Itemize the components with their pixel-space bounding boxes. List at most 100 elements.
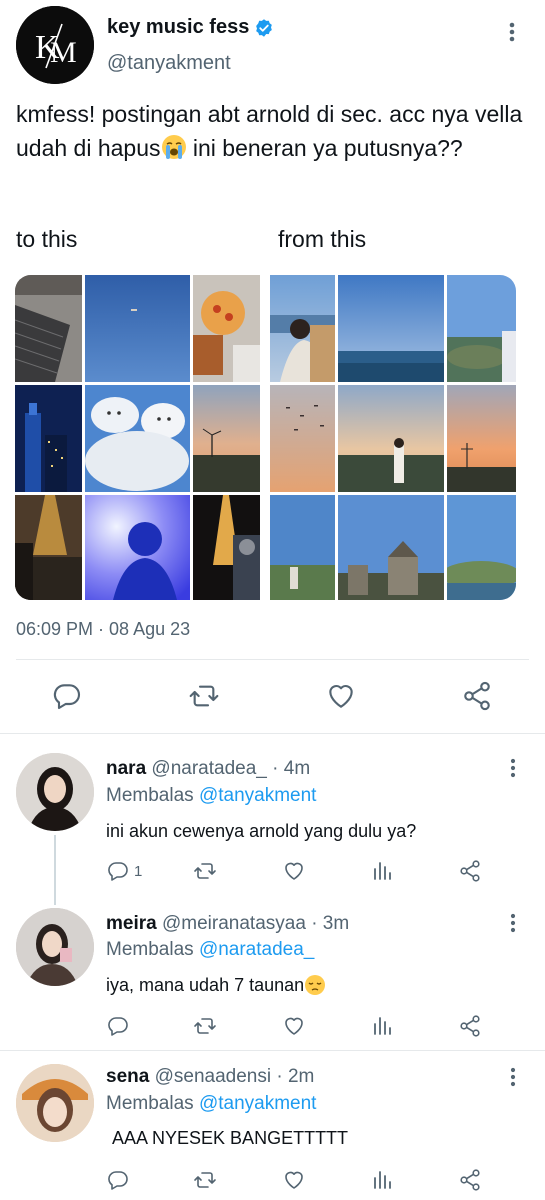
photo-castle	[338, 495, 444, 600]
reply-author-name[interactable]: nara	[106, 758, 146, 779]
like-icon[interactable]	[325, 680, 357, 712]
reply-author-name[interactable]: meira	[106, 913, 157, 934]
reply-icon	[108, 1017, 128, 1036]
reply-text: ini akun cewenya arnold yang dulu ya?	[106, 821, 417, 841]
share-action[interactable]	[458, 1014, 482, 1038]
tweet-image[interactable]	[15, 275, 516, 600]
reply-author-handle[interactable]: @meiranatasyaa	[162, 913, 306, 934]
photo-person-cliff	[270, 495, 335, 600]
more-options-icon[interactable]	[502, 910, 524, 936]
photo-windmill-sunset	[193, 385, 260, 492]
caption-to-this: to this	[16, 226, 78, 252]
like-icon	[285, 862, 303, 880]
photo-coastline	[447, 495, 516, 600]
reply-text-content: iya, mana udah 7 taunan	[106, 975, 305, 995]
tweet-text: kmfess! postingan abt arnold di sec. acc…	[16, 97, 526, 165]
more-options-icon[interactable]	[500, 18, 524, 46]
divider	[16, 659, 529, 660]
share-action[interactable]	[458, 1168, 482, 1192]
photo-eiffel-night	[193, 495, 260, 600]
views-chart-icon	[374, 862, 391, 880]
replying-to: Membalas @tanyakment	[106, 785, 316, 807]
photo-coast-person	[447, 275, 516, 382]
reply-time: · 3m	[311, 913, 350, 934]
reply-tweet-meira[interactable]: meira @meiranatasyaa · 3m Membalas @nara…	[0, 888, 545, 1050]
photo-sea-horizon	[338, 275, 444, 382]
caption-from-this: from this	[278, 226, 367, 252]
like-icon	[285, 1017, 303, 1035]
reply-tweet-sena[interactable]: sena @senaadensi · 2m Membalas @tanyakme…	[0, 1050, 545, 1200]
share-icon[interactable]	[461, 680, 493, 712]
account-avatar[interactable]: K M	[16, 6, 94, 84]
photo-city-night	[15, 385, 82, 492]
retweet-icon	[194, 1172, 216, 1188]
photo-birds-sunset	[270, 385, 335, 492]
reply-author-handle[interactable]: @senaadensi	[155, 1066, 271, 1087]
photo-silhouette-blue	[85, 495, 190, 600]
reply-author-name[interactable]: sena	[106, 1066, 149, 1087]
replying-to-mention[interactable]: @tanyakment	[199, 785, 317, 806]
reply-time: · 4m	[272, 758, 311, 779]
retweet-action[interactable]	[193, 1014, 217, 1038]
like-action[interactable]	[282, 859, 306, 883]
retweet-action[interactable]	[193, 1168, 217, 1192]
reply-count: 1	[134, 862, 143, 880]
verified-badge-icon	[256, 18, 273, 37]
retweet-icon[interactable]	[188, 680, 220, 712]
reply-text: iya, mana udah 7 taunan	[106, 974, 326, 996]
photo-girl-beach	[270, 275, 335, 382]
share-action[interactable]	[458, 859, 482, 883]
retweet-action[interactable]	[193, 859, 217, 883]
reply-icon	[108, 1171, 128, 1190]
views-action[interactable]	[370, 1014, 394, 1038]
replying-label: Membalas	[106, 785, 194, 806]
more-options-icon[interactable]	[502, 755, 524, 781]
reply-text: AAA NYESEK BANGETTTTT	[112, 1128, 349, 1148]
replying-label: Membalas	[106, 1093, 194, 1114]
photo-pizza	[193, 275, 260, 382]
photo-sky-plane	[85, 275, 190, 382]
reply-action[interactable]: 1	[106, 859, 142, 883]
tweet-timestamp[interactable]: 06:09 PM · 08 Agu 23	[16, 619, 190, 640]
photo-laptop	[15, 275, 82, 382]
account-handle[interactable]: @tanyakment	[107, 52, 231, 75]
views-chart-icon	[374, 1017, 391, 1035]
reply-author-handle[interactable]: @naratadea_	[151, 758, 266, 779]
tweet-header: K M key music fess @tanyakment	[16, 6, 536, 86]
replying-to: Membalas @naratadea_	[106, 939, 314, 961]
like-action[interactable]	[282, 1014, 306, 1038]
retweet-icon	[194, 1018, 216, 1034]
replying-label: Membalas	[106, 939, 194, 960]
photo-girl-rocks	[338, 385, 444, 492]
photo-eiffel-dinner	[15, 495, 82, 600]
display-name[interactable]: key music fess	[107, 16, 249, 39]
reply-icon	[108, 862, 128, 881]
replying-to-mention[interactable]: @tanyakment	[199, 1093, 317, 1114]
reply-icon[interactable]	[51, 680, 83, 712]
pensive-face-icon	[305, 975, 326, 995]
replying-to-mention[interactable]: @naratadea_	[199, 939, 314, 960]
share-icon	[460, 860, 480, 882]
like-action[interactable]	[282, 1168, 306, 1192]
km-logo-icon: K M	[16, 6, 94, 84]
tweet-text-tail: ini beneran ya putusnya??	[186, 135, 463, 161]
more-options-icon[interactable]	[502, 1064, 524, 1090]
reply-action[interactable]	[106, 1014, 130, 1038]
reply-action[interactable]	[106, 1168, 130, 1192]
retweet-icon	[194, 863, 216, 879]
views-action[interactable]	[370, 859, 394, 883]
svg-text:M: M	[50, 36, 77, 69]
loudly-crying-face-icon	[161, 135, 186, 159]
replying-to: Membalas @tanyakment	[106, 1093, 316, 1115]
reply-time: · 2m	[276, 1066, 315, 1087]
views-chart-icon	[374, 1171, 391, 1189]
share-icon	[460, 1015, 480, 1037]
share-icon	[460, 1169, 480, 1191]
avatar[interactable]	[16, 753, 94, 831]
like-icon	[285, 1171, 303, 1189]
reply-tweet-nara[interactable]: nara @naratadea_ · 4m Membalas @tanyakme…	[0, 733, 545, 905]
views-action[interactable]	[370, 1168, 394, 1192]
avatar[interactable]	[16, 1064, 94, 1142]
photo-power-tower-sunset	[447, 385, 516, 492]
avatar[interactable]	[16, 908, 94, 986]
